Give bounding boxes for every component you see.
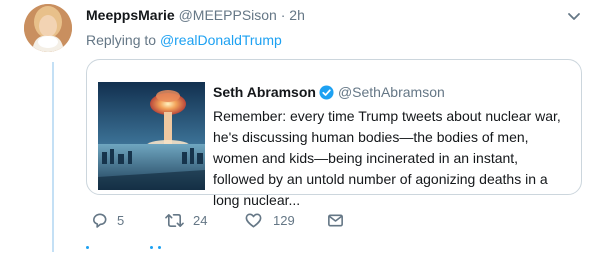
nuclear-explosion-image[interactable] bbox=[98, 82, 205, 190]
quoted-tweet-card[interactable]: Seth Abramson @SethAbramson Remember: ev… bbox=[86, 59, 582, 208]
author-name[interactable]: MeeppsMarie bbox=[86, 7, 175, 23]
quoted-author-name[interactable]: Seth Abramson bbox=[213, 84, 316, 100]
like-count: 129 bbox=[273, 212, 295, 228]
reply-count: 5 bbox=[117, 212, 125, 228]
chevron-down-icon[interactable] bbox=[566, 8, 582, 24]
header-separator: · bbox=[280, 7, 286, 23]
avatar[interactable] bbox=[24, 4, 72, 52]
quoted-author: Seth Abramson @SethAbramson bbox=[213, 83, 445, 101]
thread-continuation[interactable] bbox=[86, 244, 176, 254]
retweet-icon bbox=[165, 213, 184, 227]
retweet-button[interactable]: 24 bbox=[164, 208, 207, 232]
quoted-author-handle[interactable]: @SethAbramson bbox=[338, 84, 445, 100]
replying-to: Replying to @realDonaldTrump bbox=[86, 31, 282, 49]
tweet-time[interactable]: 2h bbox=[289, 7, 305, 23]
avatar-photo bbox=[24, 4, 72, 52]
thread-line bbox=[52, 62, 54, 252]
like-button[interactable]: 129 bbox=[244, 208, 295, 232]
replying-to-mention[interactable]: @realDonaldTrump bbox=[160, 32, 282, 48]
heart-icon bbox=[245, 213, 262, 227]
author-handle[interactable]: @MEEPPSison bbox=[179, 7, 277, 23]
direct-message-button[interactable] bbox=[326, 208, 345, 232]
retweet-count: 24 bbox=[193, 212, 208, 228]
quoted-tweet-text: Remember: every time Trump tweets about … bbox=[213, 108, 561, 208]
verified-badge-icon bbox=[319, 85, 334, 100]
tweet-header: MeeppsMarie @MEEPPSison · 2h bbox=[86, 6, 305, 24]
replying-to-label: Replying to bbox=[86, 32, 157, 48]
reply-icon bbox=[92, 213, 107, 228]
mail-icon bbox=[328, 213, 343, 227]
reply-button[interactable]: 5 bbox=[90, 208, 124, 232]
